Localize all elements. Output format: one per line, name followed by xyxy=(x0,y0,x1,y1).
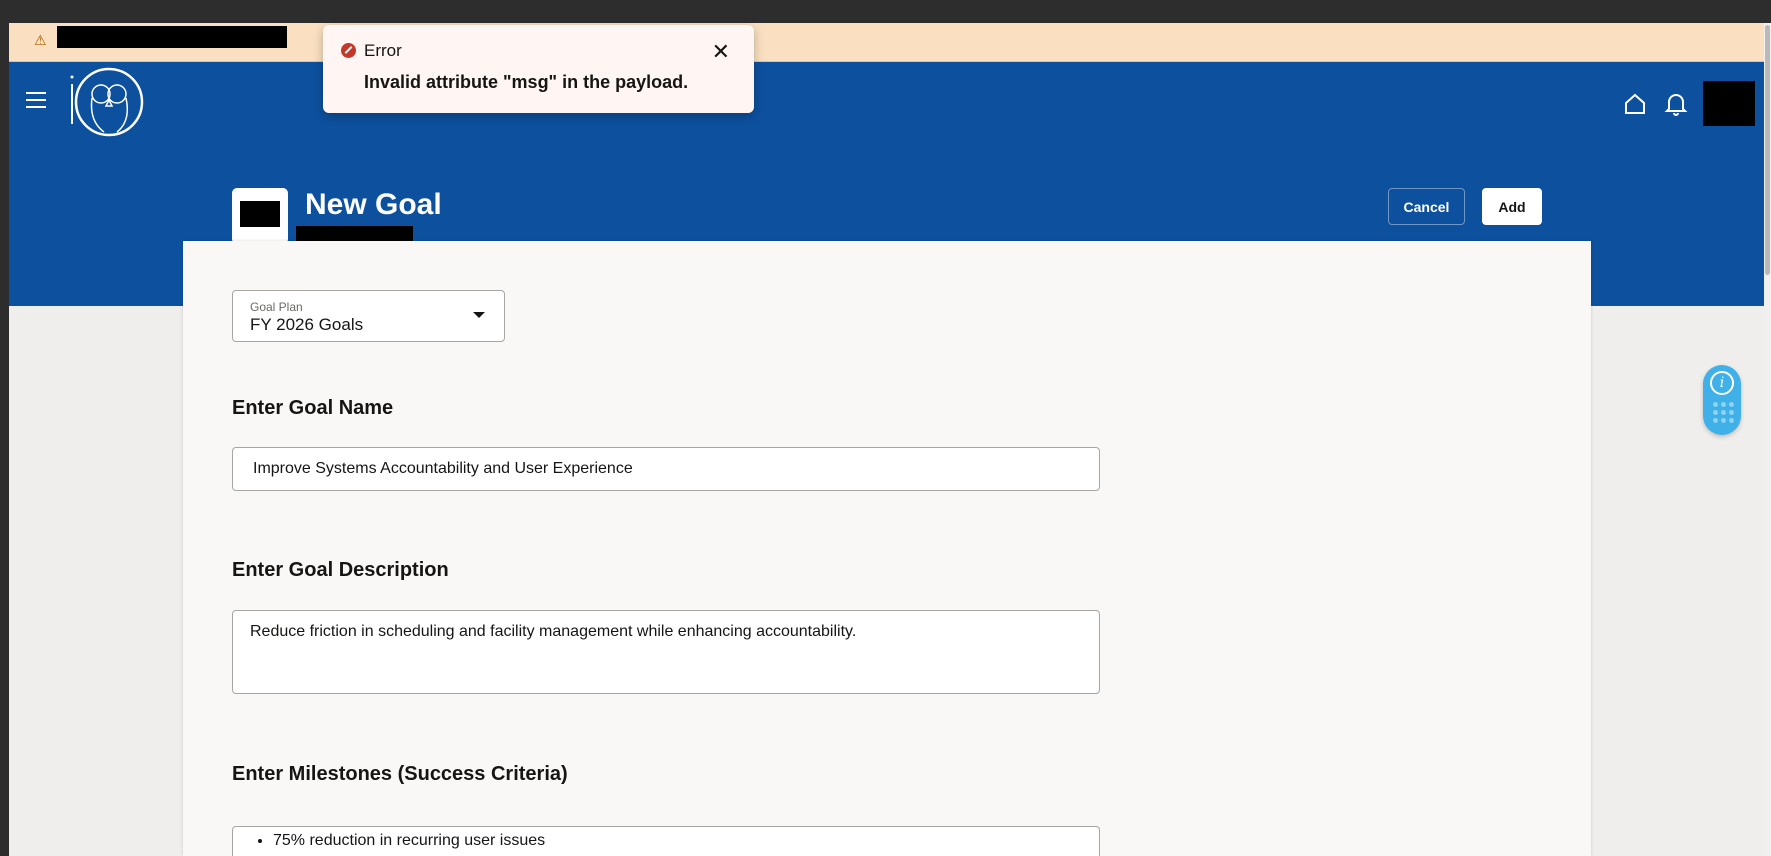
goal-name-heading: Enter Goal Name xyxy=(232,397,394,419)
redacted-banner-text xyxy=(57,26,287,48)
scrollbar[interactable] xyxy=(1764,23,1771,856)
milestone-item: 75% reduction in recurring user issues xyxy=(273,832,1079,850)
goal-form: Goal Plan FY 2026 Goals Enter Goal Name … xyxy=(183,241,1591,856)
avatar[interactable] xyxy=(1703,81,1755,126)
error-toast: Error Invalid attribute "msg" in the pay… xyxy=(323,25,754,113)
caret-down-icon xyxy=(473,312,485,318)
keypad-icon xyxy=(1713,402,1734,423)
goal-icon xyxy=(232,188,288,244)
toast-title: Error xyxy=(364,41,402,60)
info-icon: i xyxy=(1710,371,1734,395)
page: ⚠ New Goal Cancel Add Goal Plan FY 2026 … xyxy=(9,23,1764,856)
toast-message: Invalid attribute "msg" in the payload. xyxy=(364,72,689,92)
page-title: New Goal xyxy=(305,188,442,221)
goal-plan-label: Goal Plan xyxy=(250,300,303,314)
warning-icon: ⚠ xyxy=(34,32,47,48)
warning-banner: ⚠ xyxy=(9,23,1764,62)
info-widget[interactable]: i xyxy=(1703,365,1741,435)
goal-name-value: Improve Systems Accountability and User … xyxy=(253,460,633,477)
close-icon[interactable]: ✕ xyxy=(712,39,730,65)
owl-logo xyxy=(70,67,144,137)
add-button[interactable]: Add xyxy=(1482,188,1542,225)
cancel-button[interactable]: Cancel xyxy=(1388,188,1465,225)
bell-icon[interactable] xyxy=(1664,91,1688,117)
goal-description-textarea[interactable]: Reduce friction in scheduling and facili… xyxy=(232,610,1100,694)
home-icon[interactable] xyxy=(1623,92,1647,116)
menu-icon[interactable] xyxy=(26,92,46,108)
goal-description-value: Reduce friction in scheduling and facili… xyxy=(250,623,857,640)
goal-description-heading: Enter Goal Description xyxy=(232,559,449,581)
goal-name-input[interactable]: Improve Systems Accountability and User … xyxy=(232,447,1100,491)
goal-plan-value: FY 2026 Goals xyxy=(250,315,364,334)
error-icon xyxy=(341,43,356,58)
milestones-editor[interactable]: 75% reduction in recurring user issues xyxy=(232,826,1100,856)
goal-plan-select[interactable]: Goal Plan FY 2026 Goals xyxy=(232,290,505,342)
milestones-heading: Enter Milestones (Success Criteria) xyxy=(232,763,568,785)
